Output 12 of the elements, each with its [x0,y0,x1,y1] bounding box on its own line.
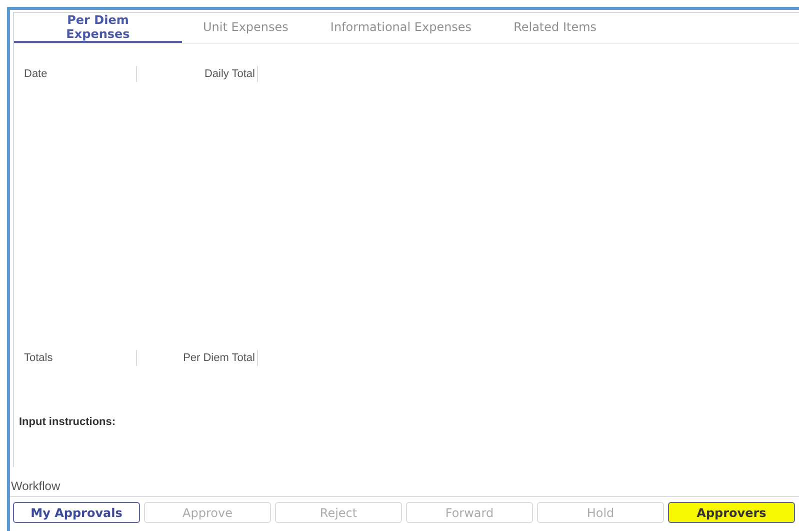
tab[interactable]: Informational Expenses [309,13,493,43]
tab[interactable]: Related Items [492,13,618,43]
column-header: Daily Total [137,66,258,82]
tab[interactable]: Per Diem Expenses [14,13,182,43]
column-header: Date [14,66,137,82]
section-title: Workflow [11,479,60,493]
totals-label: Per Diem Total [137,350,258,366]
workflow-button[interactable]: Approvers [668,502,795,523]
tab[interactable]: Unit Expenses [182,13,310,43]
instructions-label: Input instructions: [19,416,116,428]
totals-label: Totals [14,350,137,366]
workflow-button[interactable]: My Approvals [13,502,140,523]
